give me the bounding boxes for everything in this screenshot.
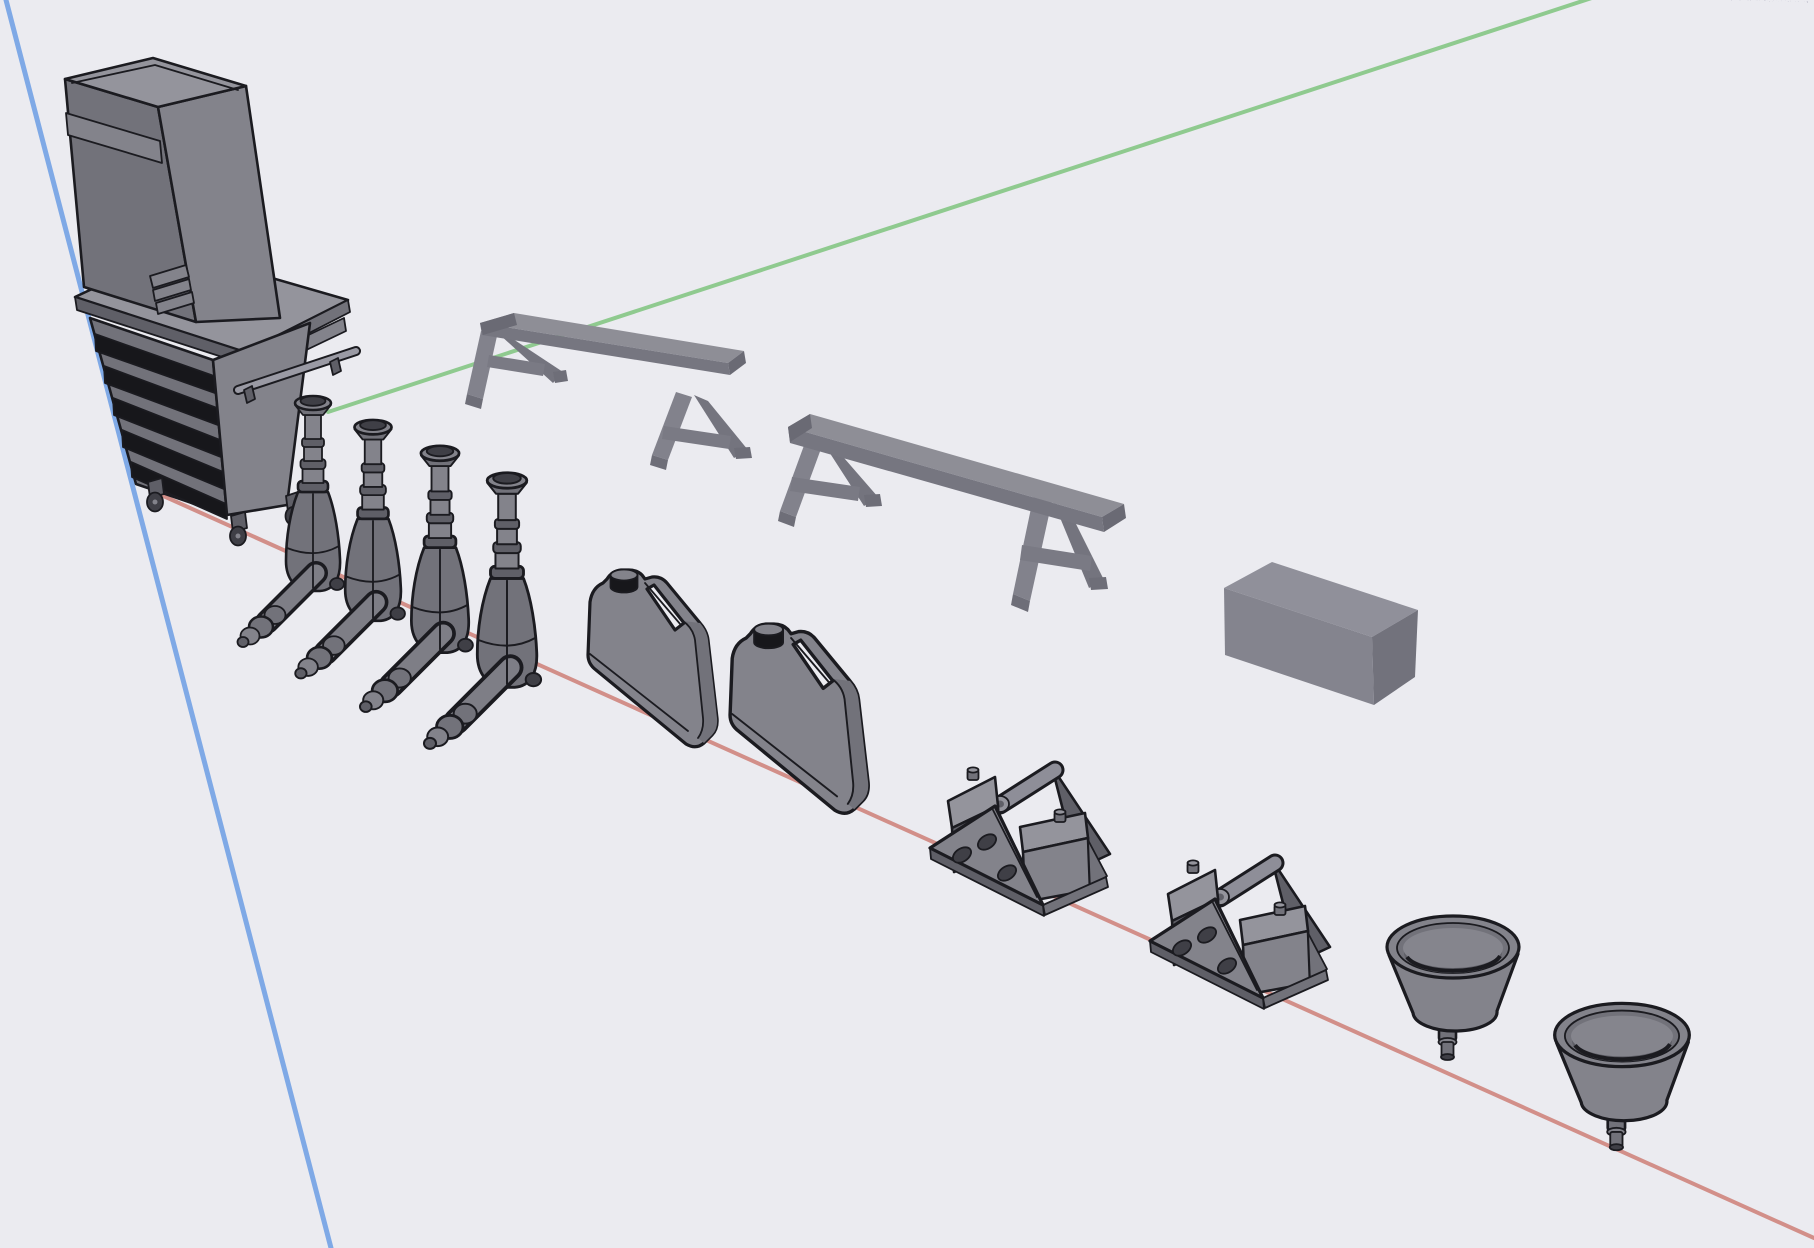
oil-jug-model-2[interactable]: [730, 624, 868, 814]
scene-layer: [0, 0, 1814, 1248]
machine-stand-model-1[interactable]: [930, 767, 1110, 916]
sawhorse-model-2[interactable]: [778, 414, 1126, 612]
3d-viewport[interactable]: [0, 0, 1814, 1248]
funnel-model-1[interactable]: [1387, 916, 1519, 1060]
sawhorse-model-1[interactable]: [465, 313, 752, 470]
machine-stand-model-2[interactable]: [1150, 860, 1330, 1009]
oil-jug-model-1[interactable]: [588, 570, 717, 747]
cabinet-caster: [147, 478, 164, 512]
storage-box-model[interactable]: [1224, 562, 1418, 705]
cabinet-caster: [230, 512, 247, 546]
funnel-model-2[interactable]: [1555, 1003, 1690, 1150]
